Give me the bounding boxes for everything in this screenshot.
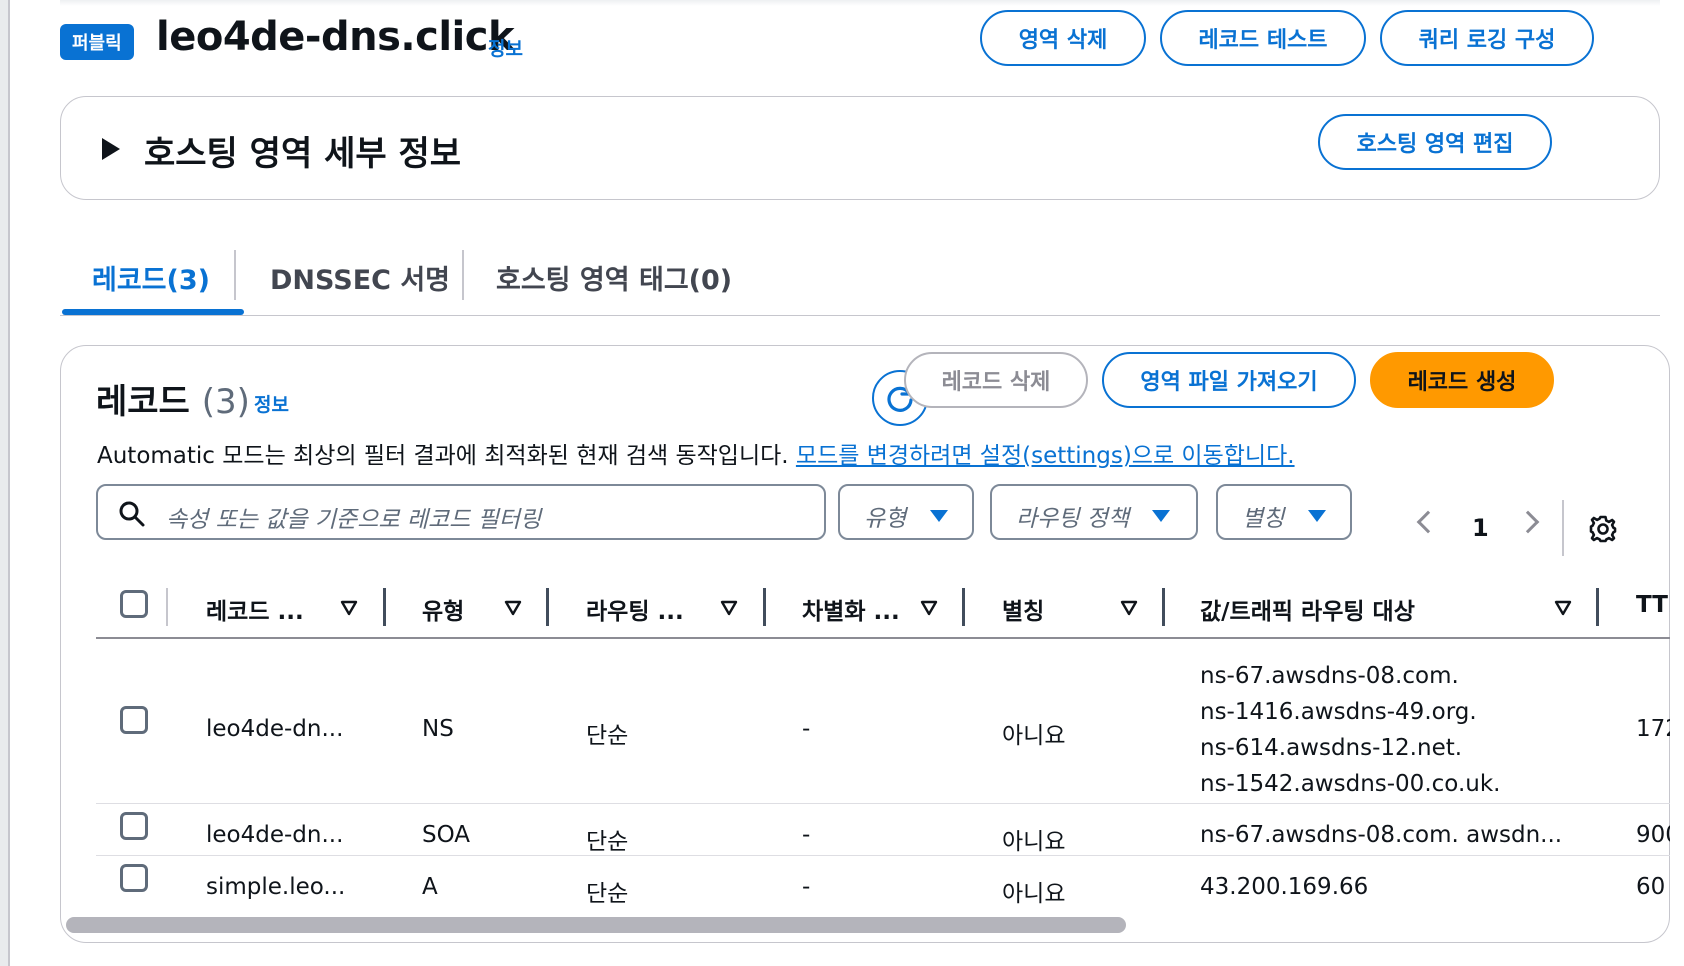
public-badge: 퍼블릭 — [60, 24, 134, 60]
create-record-button[interactable]: 레코드 생성 — [1370, 352, 1554, 408]
page-title: leo4de-dns.click — [156, 14, 515, 60]
left-edge — [0, 0, 10, 966]
cell-differentiator: - — [802, 716, 811, 742]
tab-dnssec[interactable]: DNSSEC 서명 — [270, 258, 450, 297]
cell-routing: 단순 — [586, 723, 629, 749]
row-checkbox[interactable] — [120, 864, 148, 892]
routing-policy-filter-select[interactable]: 라우팅 정책 — [990, 484, 1198, 540]
cell-differentiator: - — [802, 874, 811, 900]
column-header-alias[interactable]: 별칭 — [1002, 592, 1044, 626]
value-line: ns-1416.awsdns-49.org. — [1200, 699, 1477, 725]
settings-link[interactable]: 모드를 변경하려면 설정(settings)으로 이동합니다. — [796, 443, 1295, 469]
search-mode-description: Automatic 모드는 최상의 필터 결과에 최적화된 현재 검색 동작입니… — [97, 443, 1295, 469]
cell-differentiator: - — [802, 822, 811, 848]
type-filter-select[interactable]: 유형 — [838, 484, 974, 540]
records-info-link[interactable]: 정보 — [254, 390, 289, 417]
zone-info-link[interactable]: 정보 — [488, 34, 523, 61]
routing-filter-label: 라우팅 정책 — [1016, 506, 1130, 532]
tab-bar-line — [60, 315, 1660, 316]
edit-hosted-zone-button[interactable]: 호스팅 영역 편집 — [1318, 114, 1552, 170]
caret-down-icon — [1152, 510, 1170, 522]
column-header-type[interactable]: 유형 — [422, 592, 464, 626]
cell-alias: 아니요 — [1002, 829, 1066, 855]
delete-record-button[interactable]: 레코드 삭제 — [904, 352, 1088, 408]
sort-down-icon[interactable] — [720, 600, 738, 616]
horizontal-scrollbar[interactable] — [66, 917, 1126, 933]
column-divider — [166, 588, 168, 626]
alias-filter-select[interactable]: 별칭 — [1216, 484, 1352, 540]
cell-value: ns-67.awsdns-08.com. ns-1416.awsdns-49.o… — [1200, 658, 1500, 802]
alias-filter-label: 별칭 — [1242, 506, 1285, 532]
test-record-button[interactable]: 레코드 테스트 — [1160, 10, 1366, 66]
column-header-record-name[interactable]: 레코드 ... — [206, 592, 304, 626]
column-divider[interactable] — [962, 588, 965, 626]
tab-zone-tags[interactable]: 호스팅 영역 태그(0) — [496, 258, 732, 297]
sort-down-icon[interactable] — [920, 600, 938, 616]
query-logging-button[interactable]: 쿼리 로깅 구성 — [1380, 10, 1594, 66]
cell-ttl: 900 — [1636, 822, 1670, 848]
column-divider[interactable] — [1162, 588, 1165, 626]
pager-divider — [1562, 500, 1564, 556]
select-all-checkbox[interactable] — [120, 590, 148, 618]
cell-alias: 아니요 — [1002, 881, 1066, 907]
records-panel — [60, 345, 1670, 943]
tab-divider — [234, 250, 236, 300]
column-header-differentiator[interactable]: 차별화 ... — [802, 592, 900, 626]
cell-value: 43.200.169.66 — [1200, 874, 1369, 900]
import-zone-file-button[interactable]: 영역 파일 가져오기 — [1102, 352, 1356, 408]
page-number[interactable]: 1 — [1472, 514, 1489, 542]
cell-ttl: 172800 — [1636, 716, 1670, 742]
active-tab-indicator — [62, 309, 244, 315]
column-divider[interactable] — [546, 588, 549, 626]
cell-ttl: 60 — [1636, 874, 1666, 900]
cell-record-name[interactable]: simple.leo... — [206, 874, 345, 900]
row-divider — [96, 803, 1670, 804]
details-heading[interactable]: 호스팅 영역 세부 정보 — [144, 126, 461, 175]
cell-alias: 아니요 — [1002, 723, 1066, 749]
records-heading: 레코드 (3) — [96, 382, 250, 422]
column-header-ttl[interactable]: TTL — [1636, 592, 1670, 618]
search-icon — [119, 501, 145, 527]
column-divider[interactable] — [763, 588, 766, 626]
caret-right-icon[interactable] — [102, 138, 120, 160]
records-count: (3) — [201, 382, 250, 422]
cell-type: A — [422, 874, 438, 900]
sort-down-icon[interactable] — [1554, 600, 1572, 616]
column-divider[interactable] — [383, 588, 386, 626]
type-filter-label: 유형 — [864, 506, 907, 532]
caret-down-icon — [1308, 510, 1326, 522]
value-line: ns-614.awsdns-12.net. — [1200, 735, 1463, 761]
tab-records[interactable]: 레코드(3) — [92, 258, 210, 297]
row-checkbox[interactable] — [120, 706, 148, 734]
value-line: ns-1542.awsdns-00.co.uk. — [1200, 771, 1501, 797]
table-header-line — [96, 637, 1670, 639]
gear-icon[interactable] — [1588, 514, 1618, 544]
cell-type: NS — [422, 716, 454, 742]
cell-type: SOA — [422, 822, 471, 848]
delete-zone-button[interactable]: 영역 삭제 — [980, 10, 1146, 66]
top-shadow — [60, 0, 1660, 6]
tab-divider — [462, 250, 464, 300]
cell-record-name[interactable]: leo4de-dn... — [206, 716, 343, 742]
sort-down-icon[interactable] — [1120, 600, 1138, 616]
column-divider[interactable] — [1596, 588, 1599, 626]
row-divider — [96, 855, 1670, 856]
sort-down-icon[interactable] — [504, 600, 522, 616]
caret-down-icon — [930, 510, 948, 522]
sort-down-icon[interactable] — [340, 600, 358, 616]
record-search-input[interactable]: 속성 또는 값을 기준으로 레코드 필터링 — [96, 484, 826, 540]
column-header-routing[interactable]: 라우팅 ... — [586, 592, 684, 626]
value-line: ns-67.awsdns-08.com. — [1200, 663, 1459, 689]
cell-routing: 단순 — [586, 881, 629, 907]
search-placeholder: 속성 또는 값을 기준으로 레코드 필터링 — [166, 507, 542, 533]
cell-value: ns-67.awsdns-08.com. awsdn... — [1200, 822, 1563, 848]
cell-record-name[interactable]: leo4de-dn... — [206, 822, 343, 848]
cell-routing: 단순 — [586, 829, 629, 855]
row-checkbox[interactable] — [120, 812, 148, 840]
column-header-value[interactable]: 값/트래픽 라우팅 대상 — [1200, 592, 1415, 626]
